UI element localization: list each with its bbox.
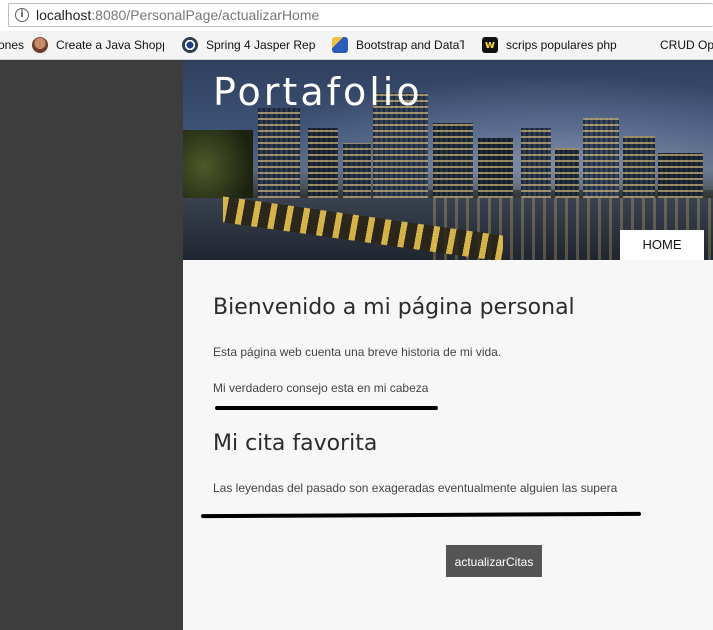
bookmark-spring-jasper[interactable]: Spring 4 Jasper Repo xyxy=(182,31,316,59)
bookmark-java-shopping[interactable]: Create a Java Shopp xyxy=(32,31,164,59)
building xyxy=(658,153,703,198)
spring-icon xyxy=(182,37,198,53)
url-path: :8080/PersonalPage/actualizarHome xyxy=(91,7,320,23)
bookmark-label: ones xyxy=(0,38,25,52)
bookmark-label: scrips populares php xyxy=(506,38,617,52)
bookmark-label: CRUD Ope xyxy=(660,38,713,52)
bookmark-bootstrap[interactable]: Bootstrap and DataT xyxy=(332,31,464,59)
bookmark-ones[interactable]: ones xyxy=(0,31,24,59)
nav-home-link[interactable]: HOME xyxy=(620,230,704,260)
advice-text: Mi verdadero consejo esta en mi cabeza xyxy=(213,381,429,395)
bookmark-label: Bootstrap and DataT xyxy=(356,38,464,52)
url-host: localhost xyxy=(36,7,92,23)
bookmark-label: Spring 4 Jasper Repo xyxy=(206,38,316,52)
quote-text: Las leyendas del pasado son exageradas e… xyxy=(213,481,618,495)
bookmark-scrips-php[interactable]: w scrips populares php xyxy=(482,31,617,59)
hand-drawn-underline xyxy=(215,406,438,410)
building xyxy=(343,143,371,198)
bookmarks-bar: ones Create a Java Shopp Spring 4 Jasper… xyxy=(0,31,713,60)
building xyxy=(258,108,300,198)
banner-image: Portafolio HOME xyxy=(183,60,713,260)
bootstrap-icon xyxy=(332,37,348,53)
bookmark-crud[interactable]: CRUD Ope xyxy=(660,31,713,59)
quote-heading: Mi cita favorita xyxy=(213,431,378,456)
url-text: localhost:8080/PersonalPage/actualizarHo… xyxy=(36,7,319,23)
banner-title: Portafolio xyxy=(213,70,423,114)
address-bar: i localhost:8080/PersonalPage/actualizar… xyxy=(0,0,713,32)
welcome-heading: Bienvenido a mi página personal xyxy=(213,295,575,320)
building xyxy=(433,123,473,198)
update-quotes-button[interactable]: actualizarCitas xyxy=(446,545,542,577)
building xyxy=(555,148,579,198)
info-icon[interactable]: i xyxy=(15,8,29,22)
bookmark-label: Create a Java Shopp xyxy=(56,38,164,52)
hand-drawn-underline xyxy=(200,511,642,519)
building xyxy=(521,128,551,198)
building xyxy=(308,128,338,198)
welcome-text: Esta página web cuenta una breve histori… xyxy=(213,345,502,359)
building xyxy=(583,118,619,198)
avatar-icon xyxy=(32,37,48,53)
url-field[interactable]: i localhost:8080/PersonalPage/actualizar… xyxy=(8,3,713,27)
page-content: Portafolio HOME Bienvenido a mi página p… xyxy=(183,60,713,630)
w-icon: w xyxy=(482,37,498,53)
sidebar xyxy=(0,60,183,630)
building xyxy=(478,138,513,198)
building xyxy=(623,136,655,198)
